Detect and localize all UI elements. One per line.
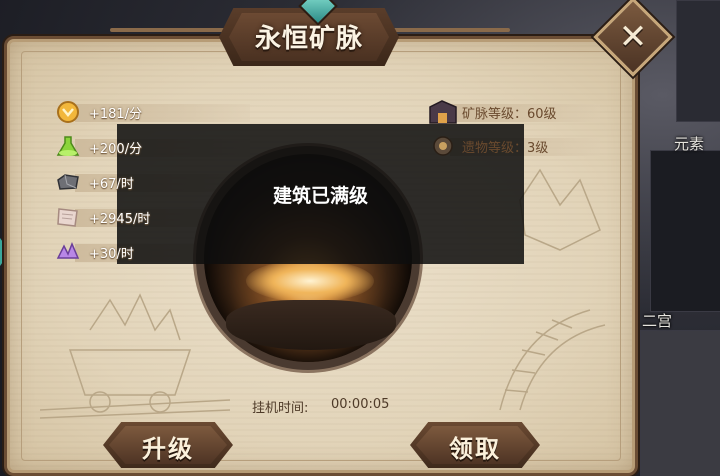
relic-icon [433,136,453,156]
collect-button[interactable]: 领取 [410,422,540,468]
background-label-elements[interactable]: 元素 [674,133,704,154]
mine-portal-glow [246,260,374,302]
window-title: 永恒矿脉 [254,24,363,54]
mine-building-icon [429,100,457,124]
resource-rate: +30/时 [89,246,134,262]
mine-portal-rock [226,300,396,350]
background-pagoda [676,0,720,122]
background-label-second-palace[interactable]: 二宫 [642,310,672,331]
resource-row-iron: +67/时 [55,170,250,194]
toast-message: 建筑已满级 [272,185,368,207]
resource-rate: +67/时 [89,176,134,192]
idle-time-label: 挂机时间: [252,401,309,416]
resource-row-gold: +181/分 [55,100,250,124]
upgrade-button[interactable]: 升级 [103,422,233,468]
green-potion-icon [56,136,80,156]
mine-level-text: 矿脉等级：60级 [462,106,557,122]
iron-ore-icon [57,174,79,190]
resource-rate: +2945/时 [89,211,151,227]
resource-row-scroll: +2945/时 [55,205,250,229]
background-tower [650,150,720,312]
resource-rate: +200/分 [89,141,143,157]
scroll-icon [57,208,78,227]
upgrade-button-label: 升级 [142,435,194,463]
purple-crystal-icon [56,242,80,259]
resource-row-potion: +200/分 [55,135,250,159]
resource-rate: +181/分 [89,106,143,122]
idle-time-value: 00:00:05 [331,397,390,412]
resource-row-crystal: +30/时 [55,240,250,264]
background-rocks [640,330,720,476]
info-row-mine-level: 矿脉等级：60级 [426,99,600,125]
collect-button-label: 领取 [449,435,501,463]
title-ornament-right [390,28,510,32]
title-ornament-left [110,28,230,32]
gold-coin-icon [57,101,79,123]
relic-level-text: 遗物等级：3级 [462,140,549,156]
info-row-relic-level: 遗物等级：3级 [426,133,600,159]
close-x-icon[interactable]: ✕ [605,9,661,65]
